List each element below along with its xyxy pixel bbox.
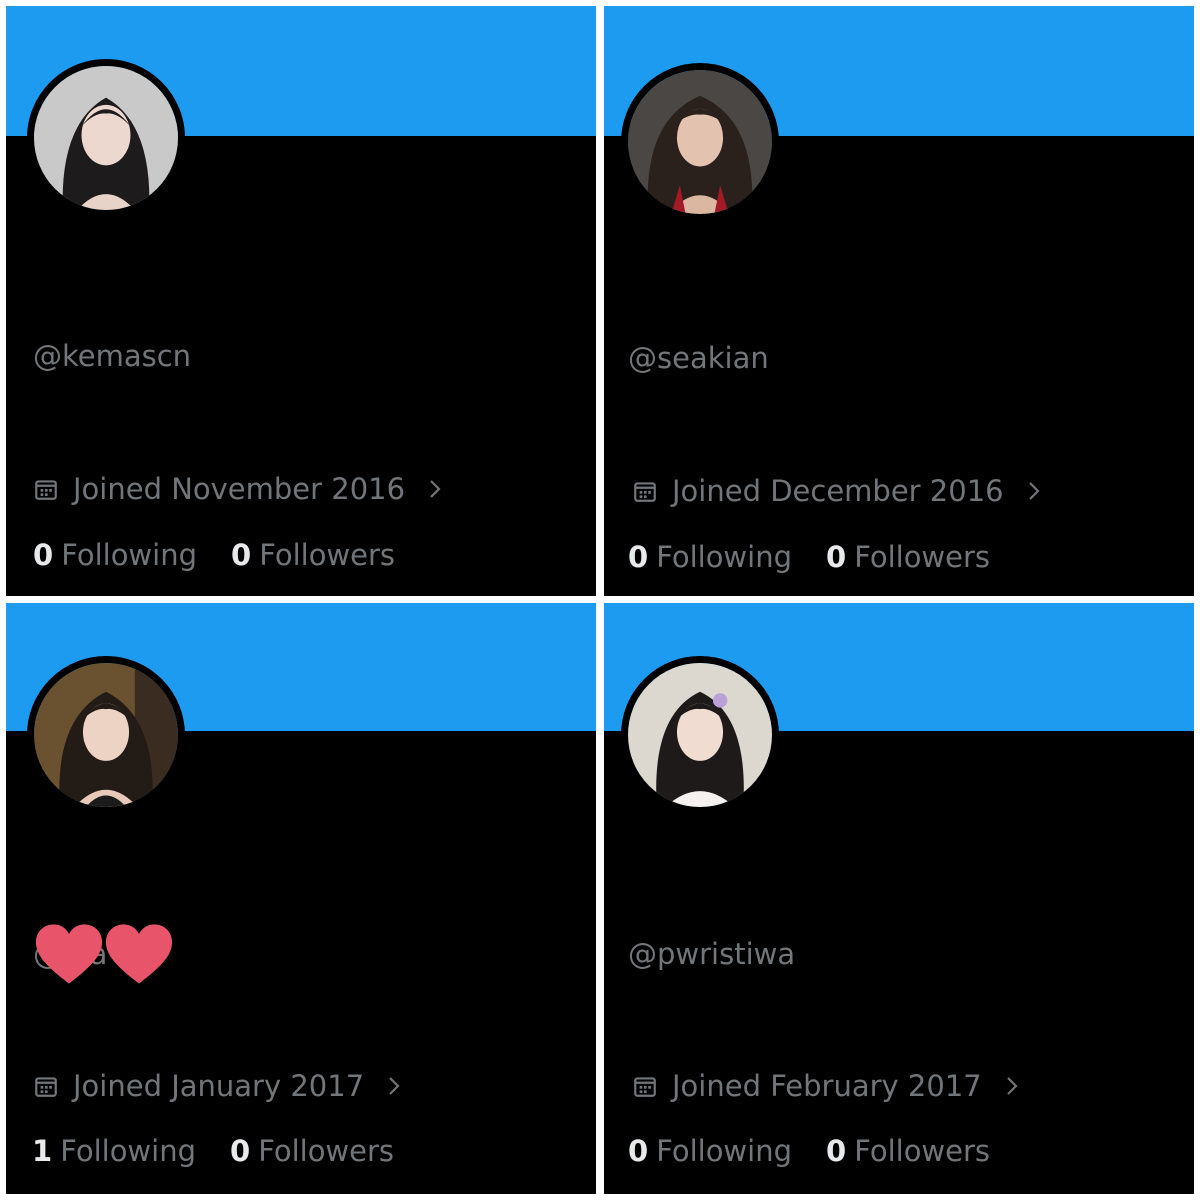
profile-avatar[interactable] (621, 63, 779, 221)
following-count: 0 (33, 538, 54, 572)
chevron-right-icon[interactable] (1004, 1074, 1020, 1098)
profile-avatar[interactable] (27, 656, 185, 814)
profile-handle: @kemascn (33, 339, 192, 373)
profile-handle: @seakian (628, 341, 769, 375)
chevron-right-icon[interactable] (386, 1074, 402, 1098)
profile-card-3: @u a Joined January 2017 1 Following 0 F… (6, 603, 596, 1194)
profile-card-1: @kemascn Joined November 2016 0 Followin… (6, 6, 596, 596)
calendar-icon (35, 1077, 57, 1097)
profile-avatar[interactable] (27, 59, 185, 217)
followers-label: Followers (258, 1134, 395, 1168)
calendar-icon (634, 1077, 656, 1097)
profile-card-2: @seakian Joined December 2016 0 Followin… (604, 6, 1194, 596)
following-link[interactable]: 0 Following (628, 1134, 792, 1168)
follow-stats: 1 Following 0 Followers (32, 1134, 394, 1168)
joined-date: Joined November 2016 (33, 472, 443, 506)
profile-avatar[interactable] (621, 656, 779, 814)
following-label: Following (656, 1134, 792, 1168)
following-label: Following (61, 538, 197, 572)
follow-stats: 0 Following 0 Followers (33, 538, 395, 572)
chevron-right-icon[interactable] (1026, 479, 1042, 503)
heart-sticker (105, 924, 173, 984)
calendar-icon (634, 482, 656, 502)
joined-label: Joined December 2016 (672, 474, 1004, 508)
followers-count: 0 (826, 1134, 847, 1168)
following-count: 0 (628, 540, 649, 574)
joined-label: Joined February 2017 (672, 1069, 982, 1103)
calendar-icon (35, 480, 57, 500)
followers-label: Followers (854, 540, 991, 574)
following-link[interactable]: 0 Following (628, 540, 792, 574)
followers-link[interactable]: 0 Followers (231, 538, 395, 572)
joined-date: Joined February 2017 (632, 1069, 1020, 1103)
follow-stats: 0 Following 0 Followers (628, 1134, 990, 1168)
profile-card-4: @pwristiwa Joined February 2017 0 Follow… (604, 603, 1194, 1194)
profile-handle: @pwristiwa (628, 937, 796, 971)
following-count: 0 (628, 1134, 649, 1168)
joined-label: Joined January 2017 (73, 1069, 365, 1103)
followers-label: Followers (259, 538, 396, 572)
following-count: 1 (32, 1134, 53, 1168)
followers-link[interactable]: 0 Followers (826, 540, 990, 574)
chevron-right-icon[interactable] (427, 477, 443, 501)
followers-link[interactable]: 0 Followers (230, 1134, 394, 1168)
joined-date: Joined December 2016 (632, 474, 1042, 508)
heart-sticker (35, 924, 103, 984)
followers-link[interactable]: 0 Followers (826, 1134, 990, 1168)
following-label: Following (60, 1134, 196, 1168)
follow-stats: 0 Following 0 Followers (628, 540, 990, 574)
following-label: Following (656, 540, 792, 574)
following-link[interactable]: 1 Following (32, 1134, 196, 1168)
followers-label: Followers (854, 1134, 991, 1168)
followers-count: 0 (230, 1134, 251, 1168)
followers-count: 0 (826, 540, 847, 574)
following-link[interactable]: 0 Following (33, 538, 197, 572)
joined-date: Joined January 2017 (33, 1069, 402, 1103)
followers-count: 0 (231, 538, 252, 572)
joined-label: Joined November 2016 (73, 472, 406, 506)
